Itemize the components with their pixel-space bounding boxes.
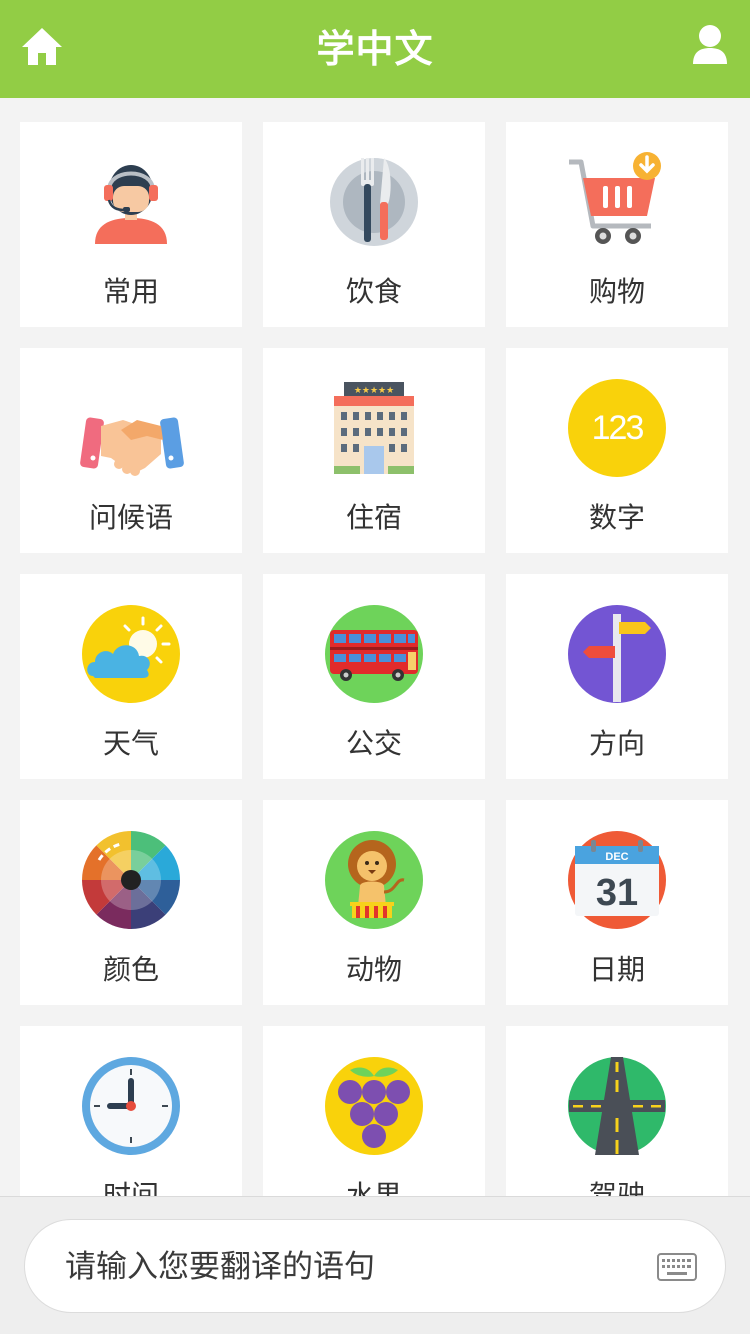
dining-icon [330,158,418,246]
category-label: 动物 [345,953,402,986]
category-tile-fruit[interactable]: 水果 [263,1026,485,1196]
category-label: 时间 [102,1179,159,1196]
category-tile-greetings[interactable]: 问候语 [20,348,242,553]
category-label: 水果 [345,1179,402,1196]
numbers-icon: 123 [568,379,666,477]
category-label: 常用 [102,275,159,308]
category-tile-dining[interactable]: 饮食 [263,122,485,327]
translate-bar [0,1196,750,1334]
category-grid: 常用 饮食 购物 问候语 ★★★★★ 住宿 123 数字 天气 公交 方向 颜色… [20,122,728,1196]
clock-icon [82,1057,180,1155]
category-label: 问候语 [88,501,173,534]
category-tile-common[interactable]: 常用 [20,122,242,327]
category-label: 驾驶 [588,1179,645,1196]
numbers-icon-text: 123 [592,409,644,447]
category-tile-bus[interactable]: 公交 [263,574,485,779]
handshake-icon [80,417,184,476]
bus-icon [325,605,423,703]
calendar-month-text: DEC [605,851,628,863]
keyboard-icon[interactable] [657,1253,697,1281]
category-tile-colors[interactable]: 颜色 [20,800,242,1005]
category-label: 方向 [588,727,645,760]
weather-icon [82,605,180,703]
hotel-icon: ★★★★★ [334,382,414,474]
category-label: 公交 [345,727,402,760]
category-label: 天气 [102,727,159,760]
translate-input[interactable] [63,1220,627,1314]
search-box[interactable] [24,1219,726,1314]
category-tile-time[interactable]: 时间 [20,1026,242,1196]
customer-service-icon [95,165,167,244]
category-tile-date[interactable]: DEC 31 日期 [506,800,728,1005]
category-tile-shopping[interactable]: 购物 [506,122,728,327]
calendar-day-text: 31 [596,872,638,914]
category-tile-weather[interactable]: 天气 [20,574,242,779]
category-label: 购物 [588,275,645,308]
calendar-icon: DEC 31 [568,831,666,929]
shopping-cart-icon [569,152,661,244]
category-tile-lodging[interactable]: ★★★★★ 住宿 [263,348,485,553]
user-icon [693,25,727,64]
category-label: 数字 [588,501,645,534]
svg-text:★★★★★: ★★★★★ [354,386,394,396]
grapes-icon [325,1057,423,1155]
page-title: 学中文 [316,27,434,71]
lion-icon [325,831,423,929]
category-label: 饮食 [345,275,402,308]
category-tile-animals[interactable]: 动物 [263,800,485,1005]
signpost-icon [568,605,666,703]
category-tile-numbers[interactable]: 123 数字 [506,348,728,553]
category-label: 颜色 [102,953,159,986]
user-profile-button[interactable] [690,24,730,68]
category-label: 日期 [588,953,645,986]
app-header: 学中文 [0,0,750,98]
category-label: 住宿 [345,501,402,534]
category-tile-direction[interactable]: 方向 [506,574,728,779]
category-tile-driving[interactable]: 驾驶 [506,1026,728,1196]
road-icon [568,1057,666,1155]
color-wheel-icon [82,831,180,929]
